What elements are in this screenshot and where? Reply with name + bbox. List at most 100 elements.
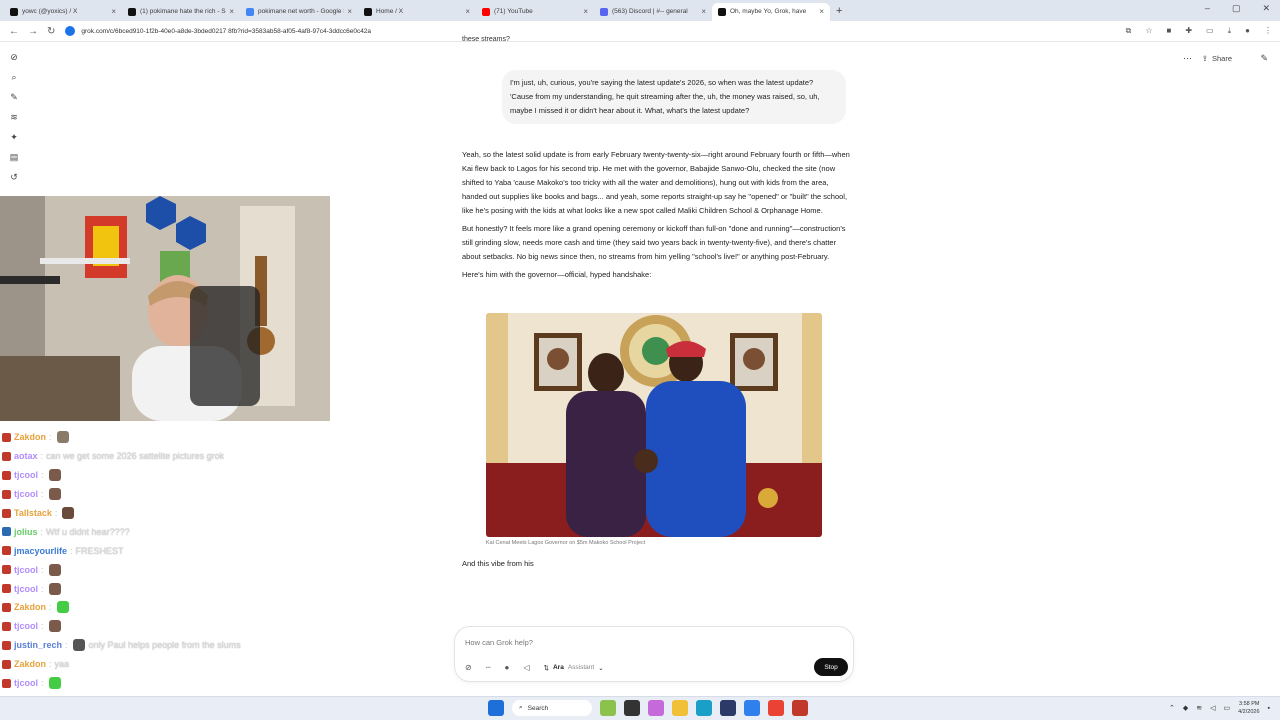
browser-tab[interactable]: Oh, maybe Yo, Grok, have × xyxy=(712,2,830,21)
chat-separator: : xyxy=(54,508,58,518)
close-tab-icon[interactable]: × xyxy=(465,7,470,16)
stream-chat-message: justin_rech: only Paul helps people from … xyxy=(2,636,332,655)
chat-separator: : xyxy=(40,451,44,462)
user-message: I'm just, uh, curious, you're saying the… xyxy=(502,70,846,124)
imagine-icon[interactable]: ✦ xyxy=(10,132,18,143)
url-field[interactable]: grok.com/c/6bced910-1f2b-40e0-a8de-3bded… xyxy=(65,26,371,36)
stream-chat-message: tjcool: xyxy=(2,560,332,579)
stream-chat-message: Tallstack: xyxy=(2,504,332,523)
close-tab-icon[interactable]: × xyxy=(229,7,234,16)
address-bar-icons: ⧉ ☆ ■ ✚ ▭ ⤓ ● ⋮ xyxy=(1126,26,1272,36)
forward-icon[interactable]: → xyxy=(28,26,38,37)
tab-title: pokimane net worth - Google S xyxy=(258,8,345,15)
microphone-icon[interactable]: ● xyxy=(505,663,510,672)
extension-icon[interactable]: ■ xyxy=(1167,26,1172,36)
widgets-icon[interactable] xyxy=(600,700,616,716)
store-icon[interactable] xyxy=(720,700,736,716)
browser-tab[interactable]: (563) Discord | #-- general × xyxy=(594,3,712,21)
handshake-photo[interactable] xyxy=(486,313,822,537)
history-icon[interactable]: ↺ xyxy=(10,172,18,183)
webcam-scene xyxy=(0,196,330,421)
close-tab-icon[interactable]: × xyxy=(111,7,116,16)
tray-app-icon[interactable]: ◆ xyxy=(1183,704,1188,712)
download-icon[interactable]: ⤓ xyxy=(1228,26,1232,36)
stop-button[interactable]: Stop xyxy=(814,658,848,676)
notification-icon[interactable]: ▪ xyxy=(1268,705,1270,712)
chat-separator: : xyxy=(41,470,44,481)
chat-text: only Paul helps people from the slums xyxy=(88,640,241,651)
chat-separator: : xyxy=(41,678,44,689)
search-icon[interactable]: ⌕ xyxy=(11,72,16,83)
composer-input[interactable]: How can Grok help? xyxy=(465,638,533,647)
stream-chat-message: tjcool: xyxy=(2,485,332,504)
start-icon[interactable] xyxy=(488,700,504,716)
stream-chat-overlay: Zakdon: aotax: can we get some 2026 sattel… xyxy=(2,428,332,711)
stream-chat-message: tjcool: xyxy=(2,579,332,598)
voice-icon[interactable]: ≋ xyxy=(10,112,18,123)
new-chat-icon[interactable]: ✎ xyxy=(10,92,18,103)
edge-icon[interactable] xyxy=(696,700,712,716)
browser-tab[interactable]: (71) YouTube × xyxy=(476,3,594,21)
chat-badge-icon xyxy=(2,678,11,688)
battery-icon[interactable]: ▭ xyxy=(1223,704,1230,712)
copilot-icon[interactable] xyxy=(648,700,664,716)
compose-icon[interactable]: ✎ xyxy=(1260,53,1268,64)
close-tab-icon[interactable]: × xyxy=(819,7,824,16)
chat-separator: : xyxy=(41,489,44,500)
file-explorer-icon[interactable] xyxy=(672,700,688,716)
close-tab-icon[interactable]: × xyxy=(701,7,706,16)
stream-chat-message: Zakdon: xyxy=(2,598,332,617)
chat-badge-icon xyxy=(2,584,11,594)
chevron-down-icon: ⌄ xyxy=(598,664,604,672)
chat-text: can we get some 2026 sattelite pictures … xyxy=(46,451,225,462)
grok-logo-icon[interactable]: ⊘ xyxy=(10,52,18,63)
site-info-icon[interactable] xyxy=(65,26,76,36)
chat-username: jolius xyxy=(14,526,38,537)
tab-favicon-icon xyxy=(718,7,726,16)
close-tab-icon[interactable]: × xyxy=(347,7,352,16)
profile-icon[interactable]: ● xyxy=(1245,26,1250,36)
model-sub: Assistant xyxy=(567,664,595,671)
tab-favicon-icon xyxy=(10,7,18,16)
clock[interactable]: 3:58 PM 4/2/2026 xyxy=(1238,700,1259,716)
bookmark-star-icon[interactable]: ☆ xyxy=(1145,26,1152,36)
app-icon[interactable] xyxy=(792,700,808,716)
new-tab-button[interactable]: + xyxy=(836,5,842,17)
mail-icon[interactable] xyxy=(744,700,760,716)
projects-icon[interactable]: ▤ xyxy=(10,152,19,163)
menu-kebab-icon[interactable]: ⋮ xyxy=(1264,26,1272,36)
sidepanel-icon[interactable]: ▭ xyxy=(1206,26,1214,36)
share-icon: ⇪ xyxy=(1201,54,1208,63)
browser-tab[interactable]: Home / X × xyxy=(358,3,476,21)
close-window-icon[interactable]: ✕ xyxy=(1262,3,1270,14)
minimize-icon[interactable]: – xyxy=(1205,3,1210,14)
tab-favicon-icon xyxy=(600,7,608,16)
tray-chevron-icon[interactable]: ⌃ xyxy=(1169,704,1175,712)
attach-icon[interactable]: ⊘ xyxy=(465,663,472,672)
chat-username: tjcool xyxy=(14,678,38,689)
reload-icon[interactable]: ↻ xyxy=(47,26,55,37)
chat-username: Zakdon xyxy=(14,659,47,670)
chat-text: FRESHEST xyxy=(75,545,124,556)
volume-icon[interactable]: ◁ xyxy=(1210,704,1215,712)
cast-icon[interactable]: ⧉ xyxy=(1126,26,1132,36)
more-options-icon[interactable]: ⋯ xyxy=(1183,53,1192,64)
url-text: grok.com/c/6bced910-1f2b-40e0-a8de-3bded… xyxy=(81,27,372,35)
close-tab-icon[interactable]: × xyxy=(583,7,588,16)
browser-tab[interactable]: pokimane net worth - Google S × xyxy=(240,3,358,21)
speaker-icon[interactable]: ◁ xyxy=(523,663,529,672)
task-view-icon[interactable] xyxy=(624,700,640,716)
chrome-icon[interactable] xyxy=(768,700,784,716)
browser-tab[interactable]: yowc (@yoxics) / X × xyxy=(4,3,122,21)
wifi-icon[interactable]: ≋ xyxy=(1196,704,1202,712)
back-icon[interactable]: ← xyxy=(9,26,19,37)
model-selector[interactable]: ⇅ Ara Assistant ⌄ xyxy=(544,664,604,672)
model-name: Ara xyxy=(552,664,564,671)
browser-tab[interactable]: (1) pokimane hate the rich - Se × xyxy=(122,3,240,21)
puzzle-icon[interactable]: ✚ xyxy=(1185,26,1192,36)
taskbar-search[interactable]: ⌕ Search xyxy=(512,700,592,716)
chat-badge-icon xyxy=(2,565,11,575)
share-button[interactable]: ⇪ Share xyxy=(1202,54,1232,63)
maximize-icon[interactable]: ▢ xyxy=(1232,3,1241,14)
chat-username: Zakdon xyxy=(14,432,47,443)
